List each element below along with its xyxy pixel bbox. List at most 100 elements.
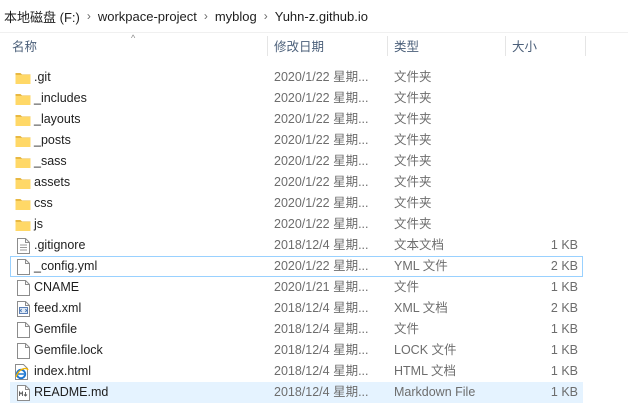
folder-icon [15,215,31,234]
file-row[interactable]: _config.yml 2020/1/22 星期... YML 文件 2 KB [10,256,583,277]
column-date[interactable]: 修改日期 [268,33,388,59]
file-row[interactable]: .git 2020/1/22 星期... 文件夹 [10,67,583,88]
file-date: 2018/12/4 星期... [274,385,369,399]
file-name: css [34,196,53,210]
column-name[interactable]: 名称 [6,33,268,59]
file-row[interactable]: _layouts 2020/1/22 星期... 文件夹 [10,109,583,130]
markdown-file-icon [15,383,31,402]
file-row[interactable]: Gemfile 2018/12/4 星期... 文件 1 KB [10,319,583,340]
file-type: 文件 [394,322,420,336]
file-row[interactable]: CNAME 2020/1/21 星期... 文件 1 KB [10,277,583,298]
file-name: .gitignore [34,238,86,252]
file-name: feed.xml [34,301,82,315]
file-type: 文件夹 [394,217,432,231]
address-bar[interactable]: 本地磁盘 (F:) › workpace-project › myblog › Yuhn-z… [0,0,628,32]
file-type: 文件夹 [394,154,432,168]
file-name: Gemfile [34,322,78,336]
folder-icon [15,110,31,129]
file-name: Gemfile.lock [34,343,103,357]
file-row[interactable]: _includes 2020/1/22 星期... 文件夹 [10,88,583,109]
file-date: 2020/1/22 星期... [274,175,369,189]
xml-file-icon [15,299,31,318]
folder-icon [15,173,31,192]
breadcrumb-separator-icon[interactable]: › [261,9,271,23]
file-date: 2018/12/4 星期... [274,364,369,378]
folder-icon [15,152,31,171]
file-name: .git [34,70,51,84]
file-type: 文件夹 [394,91,432,105]
breadcrumb-item[interactable]: myblog [211,9,261,24]
sort-ascending-icon: ^ [131,33,136,43]
file-size: 1 KB [550,343,578,357]
file-size: 1 KB [550,322,578,336]
file-row[interactable]: js 2020/1/22 星期... 文件夹 [10,214,583,235]
file-name: _posts [34,133,71,147]
file-date: 2020/1/22 星期... [274,259,369,273]
blank-file-icon [15,278,31,297]
breadcrumb-separator-icon[interactable]: › [84,9,94,23]
file-date: 2020/1/22 星期... [274,70,369,84]
breadcrumb-item[interactable]: Yuhn-z.github.io [271,9,372,24]
folder-icon [15,68,31,87]
file-name: _config.yml [34,259,98,273]
file-date: 2020/1/22 星期... [274,91,369,105]
file-name: assets [34,175,71,189]
file-size: 1 KB [550,385,578,399]
file-date: 2018/12/4 星期... [274,238,369,252]
column-size[interactable]: 大小 [506,33,586,59]
file-name: js [34,217,44,231]
folder-icon [15,194,31,213]
file-type: YML 文件 [394,259,448,273]
file-row[interactable]: README.md 2018/12/4 星期... Markdown File 1 K… [10,382,583,403]
blank-file-icon [15,341,31,360]
folder-icon [15,89,31,108]
file-type: 文件夹 [394,133,432,147]
column-type[interactable]: 类型 [388,33,506,59]
breadcrumb-item[interactable]: 本地磁盘 (F:) [0,7,84,26]
file-size: 2 KB [550,259,578,273]
file-type: Markdown File [394,385,476,399]
file-type: XML 文档 [394,301,448,315]
folder-icon [15,131,31,150]
file-row[interactable]: feed.xml 2018/12/4 星期... XML 文档 2 KB [10,298,583,319]
file-date: 2018/12/4 星期... [274,301,369,315]
file-date: 2020/1/22 星期... [274,112,369,126]
ie-html-icon [15,362,31,381]
file-type: HTML 文档 [394,364,457,378]
file-row[interactable]: index.html 2018/12/4 星期... HTML 文档 1 KB [10,361,583,382]
file-list: .git 2020/1/22 星期... 文件夹 _includes 2020/1/2… [0,67,628,403]
file-row[interactable]: _sass 2020/1/22 星期... 文件夹 [10,151,583,172]
file-size: 1 KB [550,364,578,378]
breadcrumb-item[interactable]: workpace-project [94,9,201,24]
file-name: _layouts [34,112,81,126]
file-type: 文件夹 [394,70,432,84]
file-name: _sass [34,154,67,168]
breadcrumb-separator-icon[interactable]: › [201,9,211,23]
file-name: CNAME [34,280,80,294]
file-row[interactable]: Gemfile.lock 2018/12/4 星期... LOCK 文件 1 KB [10,340,583,361]
file-type: 文件 [394,280,420,294]
file-name: _includes [34,91,87,105]
file-size: 2 KB [550,301,578,315]
file-date: 2020/1/21 星期... [274,280,369,294]
file-type: 文件夹 [394,196,432,210]
file-type: 文件夹 [394,112,432,126]
file-type: 文件夹 [394,175,432,189]
file-name: index.html [34,364,91,378]
file-row[interactable]: assets 2020/1/22 星期... 文件夹 [10,172,583,193]
file-date: 2020/1/22 星期... [274,154,369,168]
file-size: 1 KB [550,238,578,252]
file-date: 2018/12/4 星期... [274,343,369,357]
file-type: 文本文档 [394,238,445,252]
file-type: LOCK 文件 [394,343,457,357]
file-row[interactable]: .gitignore 2018/12/4 星期... 文本文档 1 KB [10,235,583,256]
file-date: 2018/12/4 星期... [274,322,369,336]
text-file-icon [15,236,31,255]
file-date: 2020/1/22 星期... [274,196,369,210]
file-date: 2020/1/22 星期... [274,217,369,231]
file-date: 2020/1/22 星期... [274,133,369,147]
file-name: README.md [34,385,109,399]
blank-file-icon [15,257,31,276]
file-row[interactable]: css 2020/1/22 星期... 文件夹 [10,193,583,214]
file-row[interactable]: _posts 2020/1/22 星期... 文件夹 [10,130,583,151]
